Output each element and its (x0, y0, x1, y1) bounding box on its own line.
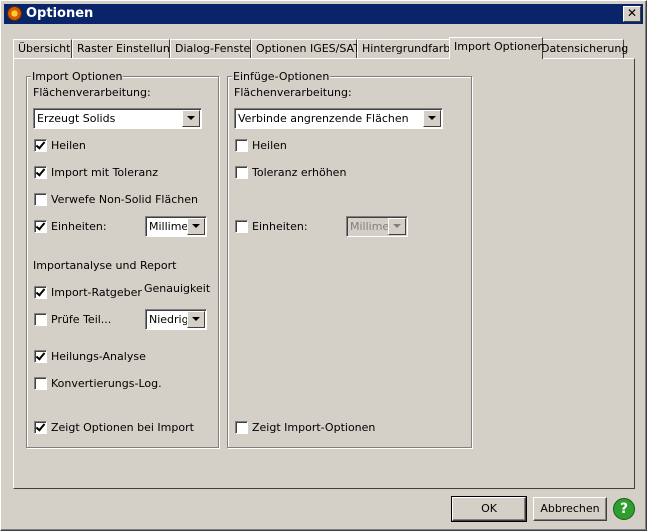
surface-processing-select[interactable]: Erzeugt Solids (33, 108, 202, 129)
tab-grid-settings[interactable]: Raster Einstellung (72, 39, 177, 58)
surface-processing-value: Erzeugt Solids (37, 112, 116, 125)
insert-units-checkbox[interactable] (235, 220, 248, 233)
heal-checkbox[interactable] (34, 139, 47, 152)
insert-heal-label: Heilen (252, 139, 287, 152)
tab-panel: Import Optionen Flächenverarbeitung: Erz… (13, 58, 635, 489)
import-advisor-checkbox[interactable] (34, 286, 47, 299)
insert-surface-processing-select[interactable]: Verbinde angrenzende Flächen (234, 108, 443, 129)
chevron-down-icon[interactable] (187, 218, 205, 235)
analysis-report-label: Importanalyse und Report (33, 259, 177, 272)
help-icon[interactable]: ? (613, 498, 635, 520)
units-checkbox[interactable] (34, 220, 47, 233)
import-tolerance-label: Import mit Toleranz (51, 166, 158, 179)
chevron-down-icon[interactable] (187, 311, 205, 328)
units-select[interactable]: Millimeter (145, 216, 207, 237)
tab-background-color[interactable]: Hintergrundfarbe (357, 39, 457, 58)
tab-dialog-window[interactable]: Dialog-Fenster (170, 39, 255, 58)
import-group-title: Import Optionen (31, 70, 124, 83)
accuracy-select[interactable]: Niedrig (145, 309, 207, 330)
chevron-down-icon[interactable] (182, 110, 200, 127)
insert-heal-checkbox[interactable] (235, 139, 248, 152)
tab-import-options[interactable]: Import Optionen (449, 37, 544, 59)
insert-surface-processing-label: Flächenverarbeitung: (234, 86, 352, 99)
show-import-options-label: Zeigt Import-Optionen (252, 421, 376, 434)
import-advisor-label: Import-Ratgeber (51, 286, 142, 299)
insert-options-group: Einfüge-Optionen Flächenverarbeitung: Ve… (227, 70, 472, 448)
insert-surface-processing-value: Verbinde angrenzende Flächen (238, 112, 409, 125)
chevron-down-icon (388, 218, 406, 235)
accuracy-label: Genauigkeit (144, 282, 211, 295)
tab-backup[interactable]: Datensicherung (536, 39, 628, 58)
show-options-import-checkbox[interactable] (34, 421, 47, 434)
increase-tolerance-checkbox[interactable] (235, 166, 248, 179)
show-options-import-label: Zeigt Optionen bei Import (51, 421, 194, 434)
surface-processing-label: Flächenverarbeitung: (33, 86, 151, 99)
window-title: Optionen (26, 6, 94, 21)
chevron-down-icon[interactable] (423, 110, 441, 127)
tab-overview[interactable]: Übersicht (13, 39, 72, 58)
import-options-group: Import Optionen Flächenverarbeitung: Erz… (26, 70, 219, 448)
discard-nonsolid-checkbox[interactable] (34, 193, 47, 206)
insert-group-title: Einfüge-Optionen (232, 70, 331, 83)
import-tolerance-checkbox[interactable] (34, 166, 47, 179)
heal-label: Heilen (51, 139, 86, 152)
units-label: Einheiten: (51, 220, 107, 233)
discard-nonsolid-label: Verwefe Non-Solid Flächen (51, 193, 198, 206)
conversion-log-checkbox[interactable] (34, 377, 47, 390)
accuracy-value: Niedrig (149, 313, 189, 326)
increase-tolerance-label: Toleranz erhöhen (252, 166, 347, 179)
tab-iges-sat[interactable]: Optionen IGES/SAT (251, 39, 360, 58)
heal-analysis-label: Heilungs-Analyse (51, 350, 146, 363)
conversion-log-label: Konvertierungs-Log. (51, 377, 162, 390)
app-icon (7, 6, 22, 21)
heal-analysis-checkbox[interactable] (34, 350, 47, 363)
cancel-button[interactable]: Abbrechen (533, 497, 607, 521)
close-button[interactable]: ✕ (623, 6, 641, 22)
check-part-label: Prüfe Teil... (51, 313, 112, 326)
options-dialog: Optionen ✕ Übersicht Raster Einstellung … (0, 0, 647, 531)
insert-units-select: Millimeter (346, 216, 408, 237)
check-part-checkbox[interactable] (34, 313, 47, 326)
ok-button[interactable]: OK (451, 496, 527, 522)
show-import-options-checkbox[interactable] (235, 421, 248, 434)
units-value: Millimeter (149, 220, 189, 233)
title-bar[interactable]: Optionen ✕ (4, 4, 643, 24)
insert-units-label: Einheiten: (252, 220, 308, 233)
insert-units-value: Millimeter (350, 220, 390, 233)
